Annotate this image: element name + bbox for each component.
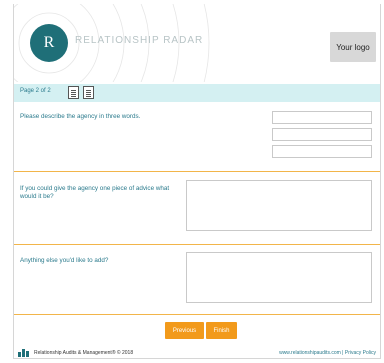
question-label-2: If you could give the agency one piece o… [20, 185, 170, 200]
divider [14, 244, 380, 245]
advice-textarea[interactable] [186, 180, 372, 231]
previous-button[interactable]: Previous [165, 322, 204, 339]
company-logo-icon [18, 349, 30, 357]
document-icon[interactable] [83, 86, 94, 99]
divider [14, 171, 380, 172]
survey-page: R RELATIONSHIP RADAR Your logo Page 2 of… [13, 4, 381, 359]
finish-button[interactable]: Finish [206, 322, 237, 339]
page-count: Page 2 of 2 [20, 88, 51, 94]
question-label-3: Anything else you'd like to add? [20, 257, 109, 264]
footer-separator: | [342, 350, 344, 356]
copyright-text: Relationship Audits & Management® © 2018 [34, 350, 134, 356]
client-logo-placeholder: Your logo [330, 32, 376, 62]
document-icon[interactable] [68, 86, 79, 99]
additional-comments-textarea[interactable] [186, 252, 372, 303]
footer-company: Relationship Audits & Management® © 2018 [18, 349, 133, 357]
privacy-policy-link[interactable]: Privacy Policy [345, 350, 376, 356]
question-label-1: Please describe the agency in three word… [20, 113, 141, 120]
page-indicator-bar: Page 2 of 2 [14, 84, 380, 102]
website-link[interactable]: www.relationshipaudits.com [279, 350, 341, 356]
answer-word-2-input[interactable] [272, 128, 372, 141]
logo-letter: R [43, 34, 55, 51]
brand-name: RELATIONSHIP RADAR [75, 35, 204, 46]
answer-word-3-input[interactable] [272, 145, 372, 158]
footer-links: www.relationshipaudits.com | Privacy Pol… [279, 350, 376, 356]
header: R RELATIONSHIP RADAR Your logo [14, 4, 380, 82]
divider [14, 314, 380, 315]
brand-logo-icon: R [30, 24, 68, 62]
answer-word-1-input[interactable] [272, 111, 372, 124]
